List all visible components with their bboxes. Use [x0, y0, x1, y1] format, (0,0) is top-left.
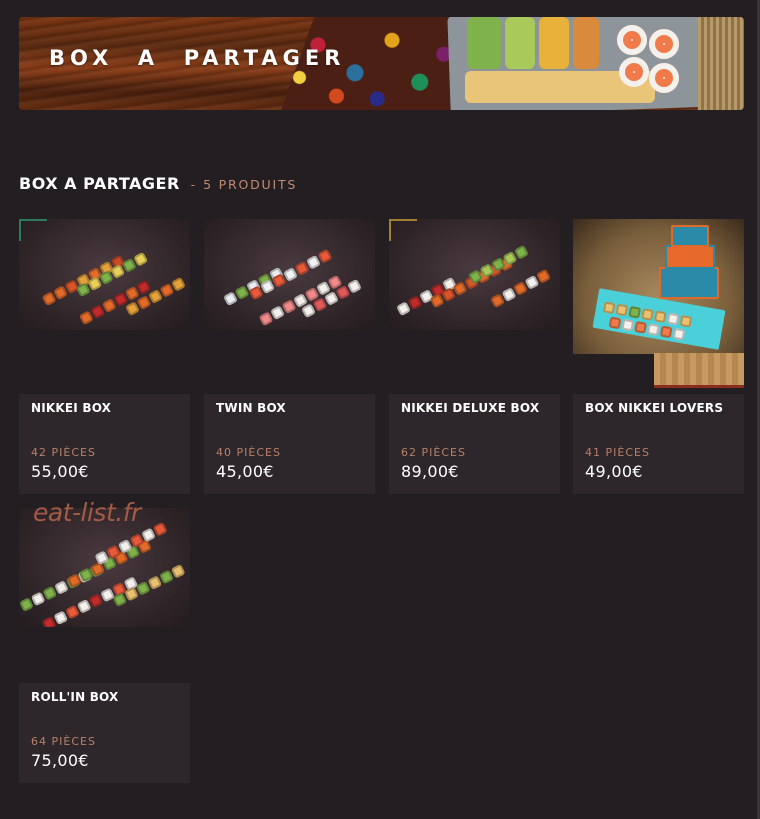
product-price: 75,00€	[31, 751, 89, 770]
banner-maki-3	[619, 57, 649, 87]
product-count: 5 PRODUITS	[203, 177, 298, 192]
section-heading: BOX A PARTAGER - 5 PRODUITS	[19, 174, 297, 193]
product-name[interactable]: TWIN BOX	[216, 401, 286, 415]
banner-roll-4	[573, 17, 599, 69]
section-separator: -	[190, 178, 196, 192]
banner-title: BOX A PARTAGER	[49, 46, 346, 70]
banner-roll-2	[505, 17, 535, 69]
product-name[interactable]: NIKKEI DELUXE BOX	[401, 401, 539, 415]
product-price: 89,00€	[401, 462, 459, 481]
banner-maki-2	[649, 29, 679, 59]
product-image[interactable]	[19, 219, 190, 330]
product-price: 45,00€	[216, 462, 274, 481]
leaf-decoration-icon	[19, 219, 47, 241]
banner-maki-4	[649, 63, 679, 93]
product-info[interactable]: TWIN BOX 40 PIÈCES 45,00€	[204, 394, 375, 494]
product-price: 49,00€	[585, 462, 643, 481]
product-info[interactable]: ROLL'IN BOX 64 PIÈCES 75,00€	[19, 683, 190, 783]
product-card-nikkei-box[interactable]: NIKKEI BOX 42 PIÈCES 55,00€	[19, 219, 190, 494]
banner-roll-1	[467, 17, 501, 69]
product-pieces: 62 PIÈCES	[401, 446, 466, 459]
banner-roll-3	[539, 17, 569, 69]
product-card-rollin-box[interactable]: ROLL'IN BOX 64 PIÈCES 75,00€	[19, 508, 190, 783]
product-image[interactable]	[389, 219, 560, 330]
section-title: BOX A PARTAGER	[19, 174, 180, 193]
product-pieces: 64 PIÈCES	[31, 735, 96, 748]
product-name[interactable]: NIKKEI BOX	[31, 401, 111, 415]
product-info[interactable]: NIKKEI DELUXE BOX 62 PIÈCES 89,00€	[389, 394, 560, 494]
category-banner: BOX A PARTAGER	[19, 17, 744, 110]
product-image[interactable]	[573, 219, 744, 390]
product-card-nikkei-deluxe-box[interactable]: NIKKEI DELUXE BOX 62 PIÈCES 89,00€	[389, 219, 560, 494]
watermark: eat-list.fr	[33, 498, 141, 527]
product-pieces: 40 PIÈCES	[216, 446, 281, 459]
leaf-decoration-icon	[389, 219, 417, 241]
product-price: 55,00€	[31, 462, 89, 481]
product-pieces: 42 PIÈCES	[31, 446, 96, 459]
gift-box-top	[671, 225, 709, 247]
product-name[interactable]: ROLL'IN BOX	[31, 690, 118, 704]
product-info[interactable]: BOX NIKKEI LOVERS 41 PIÈCES 49,00€	[573, 394, 744, 494]
product-info[interactable]: NIKKEI BOX 42 PIÈCES 55,00€	[19, 394, 190, 494]
banner-maki-1	[617, 25, 647, 55]
banner-bamboo-mat	[698, 17, 744, 110]
gift-box-middle	[665, 245, 715, 269]
product-card-twin-box[interactable]: TWIN BOX 40 PIÈCES 45,00€	[204, 219, 375, 494]
product-name[interactable]: BOX NIKKEI LOVERS	[585, 401, 723, 415]
wood-strip	[654, 353, 744, 388]
product-pieces: 41 PIÈCES	[585, 446, 650, 459]
product-image[interactable]	[204, 219, 375, 330]
product-card-box-nikkei-lovers[interactable]: BOX NIKKEI LOVERS 41 PIÈCES 49,00€	[573, 219, 744, 494]
gift-box-bottom	[659, 267, 719, 299]
